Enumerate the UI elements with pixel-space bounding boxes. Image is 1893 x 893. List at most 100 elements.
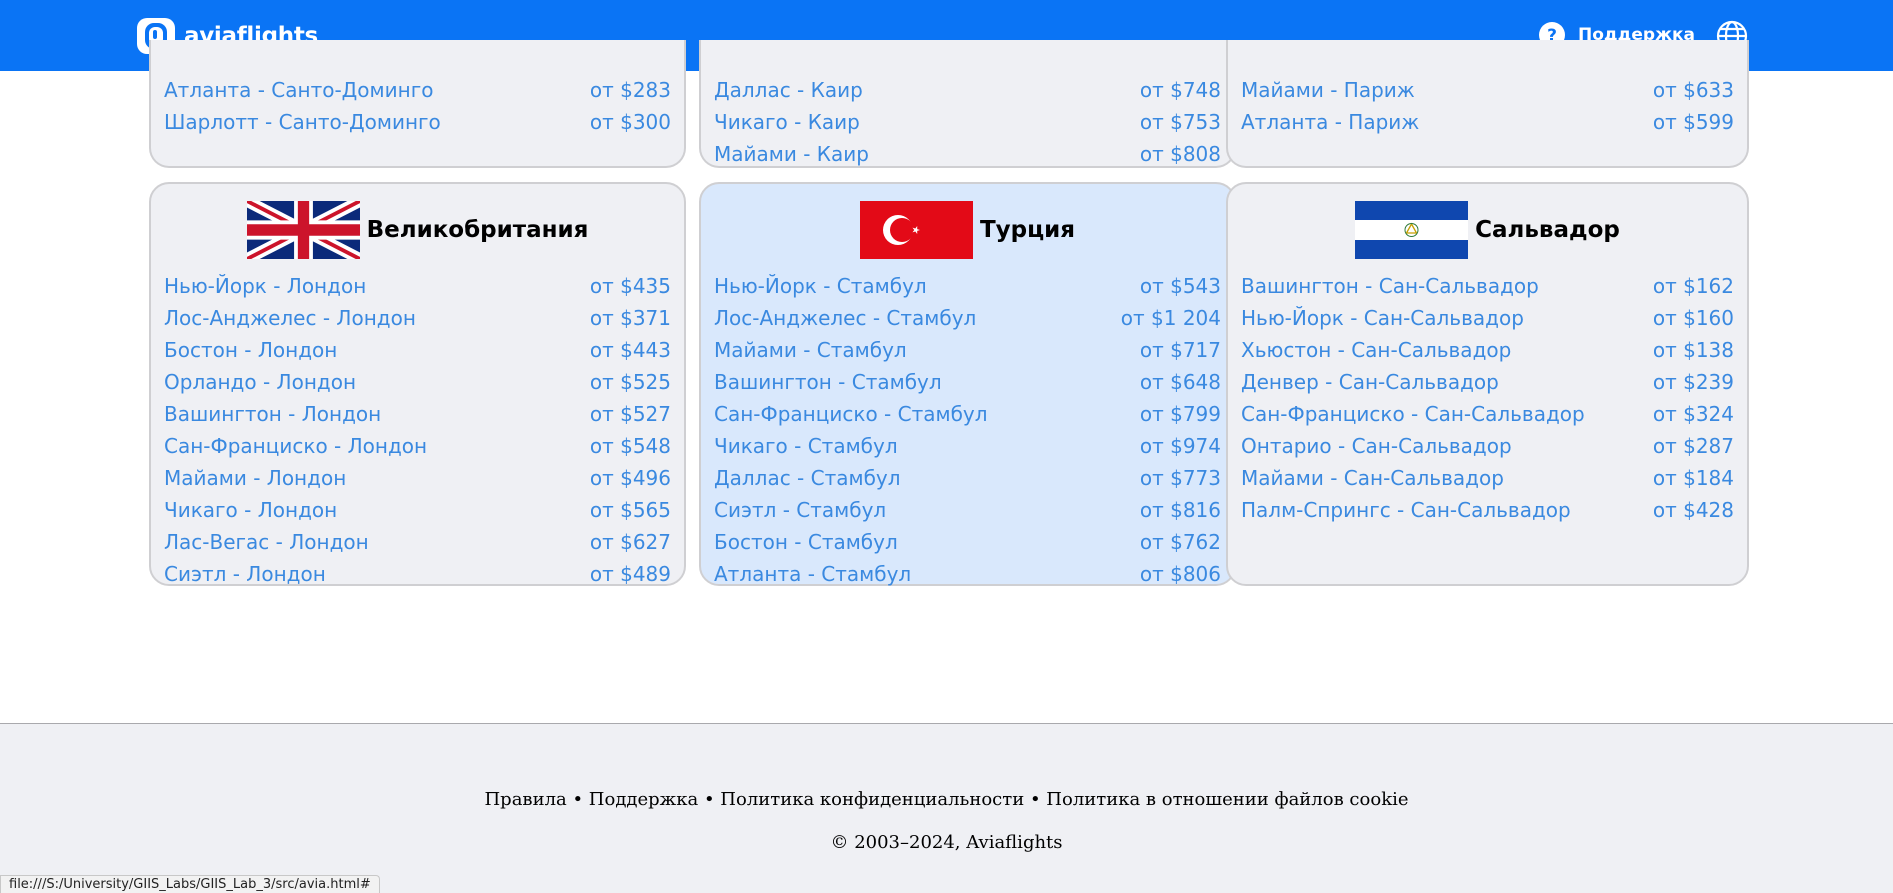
route-name: Лос-Анджелес - Стамбул	[714, 306, 977, 330]
route-price: от $435	[589, 274, 671, 298]
route-link[interactable]: Атланта - Стамбул от $806	[714, 558, 1221, 590]
route-price: от $808	[1139, 142, 1221, 166]
footer-link-privacy[interactable]: Политика конфиденциальности	[720, 789, 1024, 810]
route-name: Сан-Франциско - Лондон	[164, 434, 428, 458]
route-link[interactable]: Нью-Йорк - Сан-Сальвадор от $160	[1241, 302, 1734, 334]
route-name: Онтарио - Сан-Сальвадор	[1241, 434, 1512, 458]
route-link[interactable]: Майами - Сан-Сальвадор от $184	[1241, 462, 1734, 494]
route-link[interactable]: Вашингтон - Лондон от $527	[164, 398, 671, 430]
route-link[interactable]: Хьюстон - Сан-Сальвадор от $138	[1241, 334, 1734, 366]
route-link[interactable]: Сан-Франциско - Сан-Сальвадор от $324	[1241, 398, 1734, 430]
route-link[interactable]: Сиэтл - Стамбул от $816	[714, 494, 1221, 526]
route-link[interactable]: Нью-Йорк - Лондон от $435	[164, 270, 671, 302]
route-link[interactable]: Даллас - Стамбул от $773	[714, 462, 1221, 494]
route-link[interactable]: Онтарио - Сан-Сальвадор от $287	[1241, 430, 1734, 462]
route-link[interactable]: Нью-Йорк - Стамбул от $543	[714, 270, 1221, 302]
route-link[interactable]: Сан-Франциско - Лондон от $548	[164, 430, 671, 462]
route-price: от $633	[1652, 78, 1734, 102]
route-price: от $565	[589, 498, 671, 522]
route-link[interactable]: Вашингтон - Сан-Сальвадор от $162	[1241, 270, 1734, 302]
route-link[interactable]: Орландо - Лондон от $525	[164, 366, 671, 398]
route-link[interactable]: Атланта - Париж от $599	[1241, 106, 1734, 138]
route-price: от $527	[589, 402, 671, 426]
footer-separator: •	[1024, 789, 1047, 810]
route-name: Денвер - Сан-Сальвадор	[1241, 370, 1499, 394]
route-name: Даллас - Стамбул	[714, 466, 901, 490]
route-link[interactable]: Сан-Франциско - Стамбул от $799	[714, 398, 1221, 430]
footer-link-rules[interactable]: Правила	[484, 789, 566, 810]
route-name: Атланта - Санто-Доминго	[164, 78, 434, 102]
route-name: Майами - Сан-Сальвадор	[1241, 466, 1504, 490]
footer-separator: •	[566, 789, 589, 810]
route-link[interactable]: Чикаго - Лондон от $565	[164, 494, 671, 526]
route-price: от $287	[1652, 434, 1734, 458]
route-list: Вашингтон - Сан-Сальвадор от $162 Нью-Йор…	[1241, 270, 1734, 526]
route-name: Сан-Франциско - Сан-Сальвадор	[1241, 402, 1585, 426]
route-price: от $753	[1139, 110, 1221, 134]
route-name: Вашингтон - Стамбул	[714, 370, 942, 394]
route-price: от $371	[589, 306, 671, 330]
destination-card-egypt: Даллас - Каир от $748 Чикаго - Каир от $75…	[699, 40, 1236, 168]
route-name: Майами - Каир	[714, 142, 869, 166]
route-link[interactable]: Денвер - Сан-Сальвадор от $239	[1241, 366, 1734, 398]
route-link[interactable]: Лос-Анджелес - Лондон от $371	[164, 302, 671, 334]
route-list: Атланта - Санто-Доминго от $283 Шарлотт -…	[164, 74, 671, 138]
route-link[interactable]: Бостон - Стамбул от $762	[714, 526, 1221, 558]
route-name: Майами - Париж	[1241, 78, 1415, 102]
card-header: Турция	[701, 201, 1234, 259]
route-link[interactable]: Вашингтон - Стамбул от $648	[714, 366, 1221, 398]
route-name: Сиэтл - Лондон	[164, 562, 326, 586]
route-price: от $283	[589, 78, 671, 102]
route-link[interactable]: Даллас - Каир от $748	[714, 74, 1221, 106]
uk-flag-icon	[246, 201, 360, 259]
route-name: Орландо - Лондон	[164, 370, 357, 394]
card-header: Сальвадор	[1228, 201, 1747, 259]
route-price: от $816	[1139, 498, 1221, 522]
route-name: Бостон - Лондон	[164, 338, 338, 362]
route-name: Шарлотт - Санто-Доминго	[164, 110, 441, 134]
route-price: от $543	[1139, 274, 1221, 298]
route-link[interactable]: Майами - Париж от $633	[1241, 74, 1734, 106]
route-price: от $748	[1139, 78, 1221, 102]
browser-status-bar: file:///S:/University/GIIS_Labs/GIIS_Lab…	[0, 875, 380, 893]
route-price: от $300	[589, 110, 671, 134]
route-name: Вашингтон - Сан-Сальвадор	[1241, 274, 1539, 298]
route-link[interactable]: Атланта - Санто-Доминго от $283	[164, 74, 671, 106]
route-price: от $627	[589, 530, 671, 554]
route-price: от $762	[1139, 530, 1221, 554]
route-name: Майами - Лондон	[164, 466, 347, 490]
country-name: Турция	[979, 217, 1076, 243]
destination-card-uk: Великобритания Нью-Йорк - Лондон от $435 …	[149, 182, 686, 586]
route-link[interactable]: Сиэтл - Лондон от $489	[164, 558, 671, 590]
route-price: от $443	[589, 338, 671, 362]
route-link[interactable]: Бостон - Лондон от $443	[164, 334, 671, 366]
route-price: от $138	[1652, 338, 1734, 362]
route-link[interactable]: Майами - Каир от $808	[714, 138, 1221, 170]
route-name: Нью-Йорк - Стамбул	[714, 274, 927, 298]
route-name: Вашингтон - Лондон	[164, 402, 382, 426]
el-salvador-flag-icon	[1355, 201, 1469, 259]
route-name: Чикаго - Каир	[714, 110, 860, 134]
route-link[interactable]: Шарлотт - Санто-Доминго от $300	[164, 106, 671, 138]
route-link[interactable]: Майами - Стамбул от $717	[714, 334, 1221, 366]
route-link[interactable]: Чикаго - Каир от $753	[714, 106, 1221, 138]
route-list: Нью-Йорк - Лондон от $435 Лос-Анджелес - …	[164, 270, 671, 590]
route-price: от $599	[1652, 110, 1734, 134]
route-price: от $160	[1652, 306, 1734, 330]
route-link[interactable]: Лос-Анджелес - Стамбул от $1 204	[714, 302, 1221, 334]
route-name: Нью-Йорк - Лондон	[164, 274, 367, 298]
route-name: Сан-Франциско - Стамбул	[714, 402, 988, 426]
footer-link-support[interactable]: Поддержка	[589, 789, 698, 810]
route-list: Нью-Йорк - Стамбул от $543 Лос-Анджелес -…	[714, 270, 1221, 590]
route-price: от $239	[1652, 370, 1734, 394]
route-price: от $1 204	[1120, 306, 1221, 330]
route-link[interactable]: Майами - Лондон от $496	[164, 462, 671, 494]
route-list: Майами - Париж от $633 Атланта - Париж от …	[1241, 74, 1734, 138]
route-name: Атланта - Париж	[1241, 110, 1420, 134]
route-name: Майами - Стамбул	[714, 338, 907, 362]
route-link[interactable]: Палм-Спрингс - Сан-Сальвадор от $428	[1241, 494, 1734, 526]
footer-link-cookies[interactable]: Политика в отношении файлов cookie	[1046, 789, 1408, 810]
route-link[interactable]: Чикаго - Стамбул от $974	[714, 430, 1221, 462]
route-name: Нью-Йорк - Сан-Сальвадор	[1241, 306, 1524, 330]
route-link[interactable]: Лас-Вегас - Лондон от $627	[164, 526, 671, 558]
